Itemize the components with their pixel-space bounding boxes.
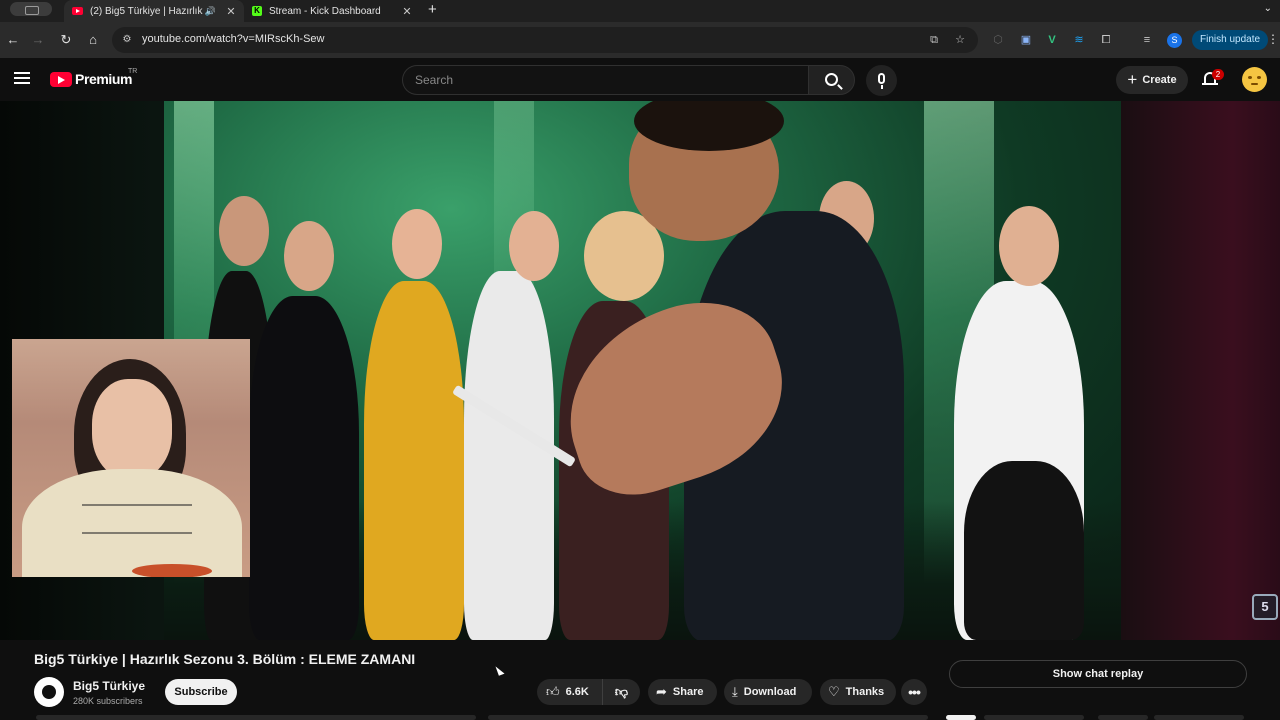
speaker-icon[interactable]: 🔊 [205, 6, 216, 17]
contestant-figure [249, 296, 359, 640]
more-actions-button[interactable]: ••• [901, 679, 927, 705]
url-text[interactable]: youtube.com/watch?v=MIRscKh-Sew [142, 33, 325, 45]
tab-kick[interactable]: K Stream - Kick Dashboard ✕ [244, 0, 420, 22]
chevron-down-icon[interactable]: ⌄ [1264, 3, 1272, 14]
like-button[interactable]: 👍︎ 6.6K [537, 679, 603, 705]
share-button[interactable]: ➦ Share [648, 679, 717, 705]
extension-icon[interactable]: ≋ [1071, 32, 1087, 48]
channel-watermark[interactable]: 5 [1252, 594, 1278, 620]
hamburger-menu-icon[interactable] [14, 72, 30, 84]
reload-icon[interactable]: ↻ [57, 31, 75, 49]
share-icon: ➦ [656, 684, 667, 699]
shirt-print [82, 504, 192, 534]
chip-edge [1098, 715, 1148, 720]
chip-edge [946, 715, 976, 720]
description-box-edge [36, 715, 476, 720]
thanks-button[interactable]: ♡ Thanks [820, 679, 896, 705]
download-button[interactable]: ⤓ Download [724, 679, 812, 705]
contestant-figure [964, 461, 1084, 640]
youtube-logo[interactable]: Premium [50, 71, 133, 87]
contestant-head [999, 206, 1059, 286]
finish-update-button[interactable]: Finish update [1192, 30, 1269, 50]
contestant-head [219, 196, 269, 266]
profile-avatar[interactable]: S [1167, 33, 1182, 48]
comments-edge [488, 715, 928, 720]
site-info-icon[interactable]: ⚙ [120, 33, 134, 47]
mouse-cursor-icon [495, 664, 505, 676]
webcam-overlay [12, 339, 250, 577]
address-bar[interactable]: ⚙ youtube.com/watch?v=MIRscKh-Sew ⧉ ☆ [112, 27, 978, 53]
youtube-favicon-icon [72, 7, 83, 15]
browser-tab-strip: (2) Big5 Türkiye | Hazırlık 🔊 ✕ K Stream… [0, 0, 1280, 22]
create-button[interactable]: + Create [1116, 66, 1188, 94]
search-icon [825, 73, 838, 86]
contestant-figure [464, 271, 554, 640]
microphone-icon [878, 73, 885, 89]
video-player[interactable] [164, 101, 1121, 640]
home-icon[interactable]: ⌂ [84, 31, 102, 49]
like-dislike-group: 👍︎ 6.6K 👎︎ [537, 679, 640, 705]
extension-disabled-icon[interactable]: ⬡ [990, 32, 1006, 48]
tab-kick-title: Stream - Kick Dashboard [269, 5, 381, 17]
thanks-label: Thanks [845, 686, 885, 698]
search-box [402, 65, 808, 95]
back-icon[interactable]: ← [4, 31, 22, 49]
contestant-head [509, 211, 559, 281]
streamer-face [92, 379, 172, 479]
download-label: Download [743, 686, 797, 698]
super-thanks-icon: ♡ [828, 684, 840, 699]
subscriber-count: 280K subscribers [73, 696, 143, 706]
region-code: TR [128, 68, 138, 75]
create-label: Create [1142, 74, 1177, 86]
logo-text: Premium [75, 71, 133, 87]
chip-edge [984, 715, 1084, 720]
search-button[interactable] [808, 65, 855, 95]
channel-name[interactable]: Big5 Türkiye [73, 679, 145, 693]
download-icon: ⤓ [732, 684, 738, 699]
tab-youtube-title: (2) Big5 Türkiye | Hazırlık [90, 5, 203, 17]
channel-avatar[interactable] [34, 677, 64, 707]
search-input[interactable] [415, 73, 795, 87]
share-label: Share [672, 686, 704, 698]
account-avatar[interactable] [1242, 67, 1267, 92]
thumbs-up-icon: 👍︎ [546, 684, 560, 699]
chip-edge [1154, 715, 1244, 720]
voice-search-button[interactable] [866, 65, 897, 96]
browser-toolbar: ← → ↻ ⌂ ⚙ youtube.com/watch?v=MIRscKh-Se… [0, 22, 1280, 58]
puzzle-icon[interactable]: ⧠ [1098, 32, 1114, 48]
close-icon[interactable]: ✕ [400, 5, 414, 18]
bookmark-star-icon[interactable]: ☆ [952, 32, 968, 48]
youtube-masthead: Premium TR + Create 2 [0, 58, 1280, 101]
translate-extension-icon[interactable]: ▣ [1018, 32, 1034, 48]
contestant-figure [364, 281, 464, 640]
plus-icon: + [1127, 69, 1138, 89]
v-extension-icon[interactable]: V [1044, 32, 1060, 48]
media-control-icon[interactable]: ≡ [1139, 32, 1155, 48]
video-title: Big5 Türkiye | Hazırlık Sezonu 3. Bölüm … [34, 651, 416, 667]
subscribe-button[interactable]: Subscribe [165, 679, 237, 705]
kebab-menu-icon[interactable]: ⋮ [1267, 32, 1279, 46]
contestant-head [392, 209, 442, 279]
tab-search-button[interactable] [10, 2, 52, 16]
youtube-play-icon [50, 71, 72, 87]
notification-badge: 2 [1212, 69, 1224, 80]
thumbs-down-icon[interactable]: 👎︎ [603, 684, 640, 700]
plate [132, 564, 212, 577]
like-count: 6.6K [565, 686, 589, 698]
tab-youtube[interactable]: (2) Big5 Türkiye | Hazırlık 🔊 ✕ [64, 0, 244, 22]
contestant-head [284, 221, 334, 291]
kick-favicon-icon: K [252, 6, 262, 16]
cast-icon[interactable]: ⧉ [926, 32, 942, 48]
forward-icon[interactable]: → [29, 31, 47, 49]
close-icon[interactable]: ✕ [224, 5, 238, 18]
show-chat-replay-button[interactable]: Show chat replay [949, 660, 1247, 688]
new-tab-button[interactable]: + [428, 1, 437, 18]
